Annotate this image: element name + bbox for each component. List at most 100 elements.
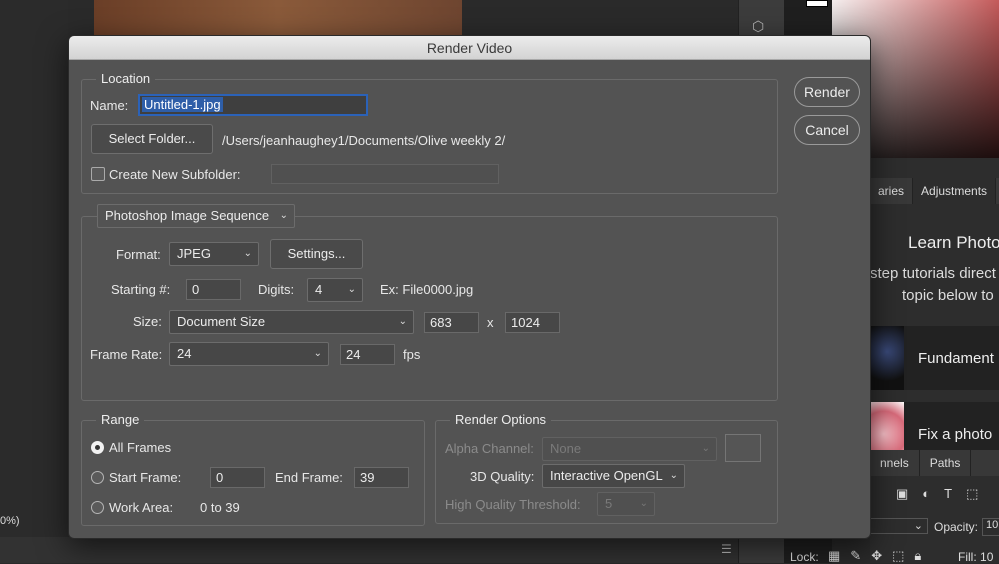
tutorial-label: Fundament <box>918 350 994 367</box>
digits-select[interactable]: 4 ⌄ <box>307 278 363 302</box>
fill-value[interactable]: 10 <box>980 550 993 564</box>
location-legend: Location <box>96 71 156 86</box>
name-input[interactable]: Untitled-1.jpg <box>138 94 368 116</box>
height-input[interactable]: 1024 <box>505 312 560 333</box>
chevron-down-icon: ⌄ <box>669 470 678 481</box>
render-video-dialog: Render Video Location Name: Untitled-1.j… <box>68 35 871 539</box>
tab-channels[interactable]: nnels <box>870 450 920 476</box>
tutorial-thumbnail <box>870 326 904 390</box>
size-select[interactable]: Document Size ⌄ <box>169 310 414 334</box>
opacity-input[interactable]: 10 <box>982 518 999 536</box>
select-folder-button[interactable]: Select Folder... <box>91 124 213 154</box>
shape-filter-icon[interactable]: ⬚ <box>966 486 978 508</box>
3d-quality-select[interactable]: Interactive OpenGL ⌄ <box>542 464 685 488</box>
tab-paths[interactable]: Paths <box>920 450 972 476</box>
starting-number-label: Starting #: <box>111 282 171 297</box>
fill-label-text: Fill: <box>958 550 977 564</box>
create-subfolder-checkbox[interactable] <box>91 167 105 181</box>
all-frames-label: All Frames <box>109 440 172 455</box>
foreground-swatch[interactable] <box>806 0 828 7</box>
image-filter-icon[interactable]: ▣ <box>896 486 908 508</box>
size-value: Document Size <box>177 314 266 329</box>
chevron-down-icon: ⌄ <box>279 210 288 221</box>
learn-title: Learn Photo <box>908 233 999 252</box>
panel-menu-icon[interactable]: ☰ <box>721 542 732 556</box>
export-type-select[interactable]: Photoshop Image Sequence ⌄ <box>97 204 295 228</box>
export-type-value: Photoshop Image Sequence <box>105 208 270 223</box>
name-input-value: Untitled-1.jpg <box>142 97 223 112</box>
frame-rate-label: Frame Rate: <box>90 347 163 362</box>
tab-libraries[interactable]: aries <box>870 178 914 204</box>
folder-path: /Users/jeanhaughey1/Documents/Olive week… <box>222 133 506 148</box>
start-frame-radio[interactable] <box>91 471 104 484</box>
chevron-down-icon: ⌄ <box>639 498 648 509</box>
range-legend: Range <box>96 412 145 427</box>
end-frame-input[interactable]: 39 <box>354 467 409 488</box>
3d-tool-icon[interactable]: ⬡ <box>752 18 764 35</box>
dialog-title: Render Video <box>69 36 870 60</box>
chevron-down-icon: ⌄ <box>243 248 252 259</box>
chevron-down-icon: ⌄ <box>701 443 710 454</box>
lock-icons: ▦ ✎ ✥ ⬚ 🔒︎ <box>828 548 921 564</box>
render-button[interactable]: Render <box>794 77 860 107</box>
lock-paint-icon[interactable]: ✎ <box>850 548 861 564</box>
all-frames-radio[interactable] <box>91 441 104 454</box>
size-x-separator: x <box>487 315 494 330</box>
work-area-radio[interactable] <box>91 501 104 514</box>
lock-all-icon[interactable]: 🔒︎ <box>914 548 921 564</box>
panel-tabs-top: aries Adjustments <box>870 178 999 204</box>
high-quality-threshold-value: 5 <box>605 496 613 511</box>
create-subfolder-label: Create New Subfolder: <box>109 167 241 182</box>
format-label: Format: <box>116 247 161 262</box>
subfolder-input[interactable] <box>271 164 499 184</box>
fps-label: fps <box>403 347 421 362</box>
layer-filter-icons: ▣ ◐ T ⬚ <box>870 486 999 508</box>
tab-adjustments[interactable]: Adjustments <box>913 178 997 204</box>
end-frame-label: End Frame: <box>275 470 343 485</box>
status-bar <box>0 537 783 563</box>
left-canvas-area <box>0 0 68 563</box>
fill-label: Fill: 10 <box>958 550 993 564</box>
start-frame-input[interactable]: 0 <box>210 467 265 488</box>
digits-value: 4 <box>315 282 323 297</box>
matte-color-swatch[interactable] <box>725 434 761 462</box>
lock-move-icon[interactable]: ✥ <box>871 548 882 564</box>
format-select[interactable]: JPEG ⌄ <box>169 242 259 266</box>
render-options-legend: Render Options <box>450 412 552 427</box>
panel-tabs-bottom: nnels Paths <box>870 450 999 476</box>
opacity-label: Opacity: <box>934 520 979 534</box>
cancel-button[interactable]: Cancel <box>794 115 860 145</box>
3d-quality-label: 3D Quality: <box>470 469 535 484</box>
alpha-channel-select[interactable]: None ⌄ <box>542 437 717 461</box>
width-input[interactable]: 683 <box>424 312 479 333</box>
frame-rate-select[interactable]: 24 ⌄ <box>169 342 329 366</box>
chevron-down-icon: ⌄ <box>398 316 407 327</box>
tutorial-card[interactable]: Fundament <box>870 326 999 390</box>
starting-number-input[interactable]: 0 <box>186 279 241 300</box>
alpha-channel-label: Alpha Channel: <box>445 441 534 456</box>
learn-subtitle-1: step tutorials direct <box>870 265 996 282</box>
adjustment-filter-icon[interactable]: ◐ <box>922 486 930 508</box>
learn-subtitle-2: topic below to <box>902 287 994 304</box>
lock-label: Lock: <box>790 550 819 564</box>
type-filter-icon[interactable]: T <box>944 486 952 508</box>
zoom-readout: 0%) <box>0 515 20 527</box>
work-area-value: 0 to 39 <box>200 500 240 515</box>
blend-mode-select[interactable]: ⌄ <box>870 518 928 534</box>
high-quality-threshold-select[interactable]: 5 ⌄ <box>597 492 655 516</box>
canvas-image <box>94 0 462 40</box>
settings-button[interactable]: Settings... <box>270 239 363 269</box>
fps-input[interactable]: 24 <box>340 344 395 365</box>
chevron-down-icon: ⌄ <box>347 284 356 295</box>
lock-artboard-icon[interactable]: ⬚ <box>892 548 904 564</box>
tutorial-label: Fix a photo <box>918 426 993 443</box>
lock-transparent-icon[interactable]: ▦ <box>828 548 840 564</box>
format-value: JPEG <box>177 246 211 261</box>
start-frame-label: Start Frame: <box>109 470 182 485</box>
high-quality-threshold-label: High Quality Threshold: <box>445 497 581 512</box>
3d-quality-value: Interactive OpenGL <box>550 468 663 483</box>
size-label: Size: <box>133 314 162 329</box>
frame-rate-value: 24 <box>177 346 192 361</box>
alpha-channel-value: None <box>550 441 582 456</box>
digits-label: Digits: <box>258 282 295 297</box>
